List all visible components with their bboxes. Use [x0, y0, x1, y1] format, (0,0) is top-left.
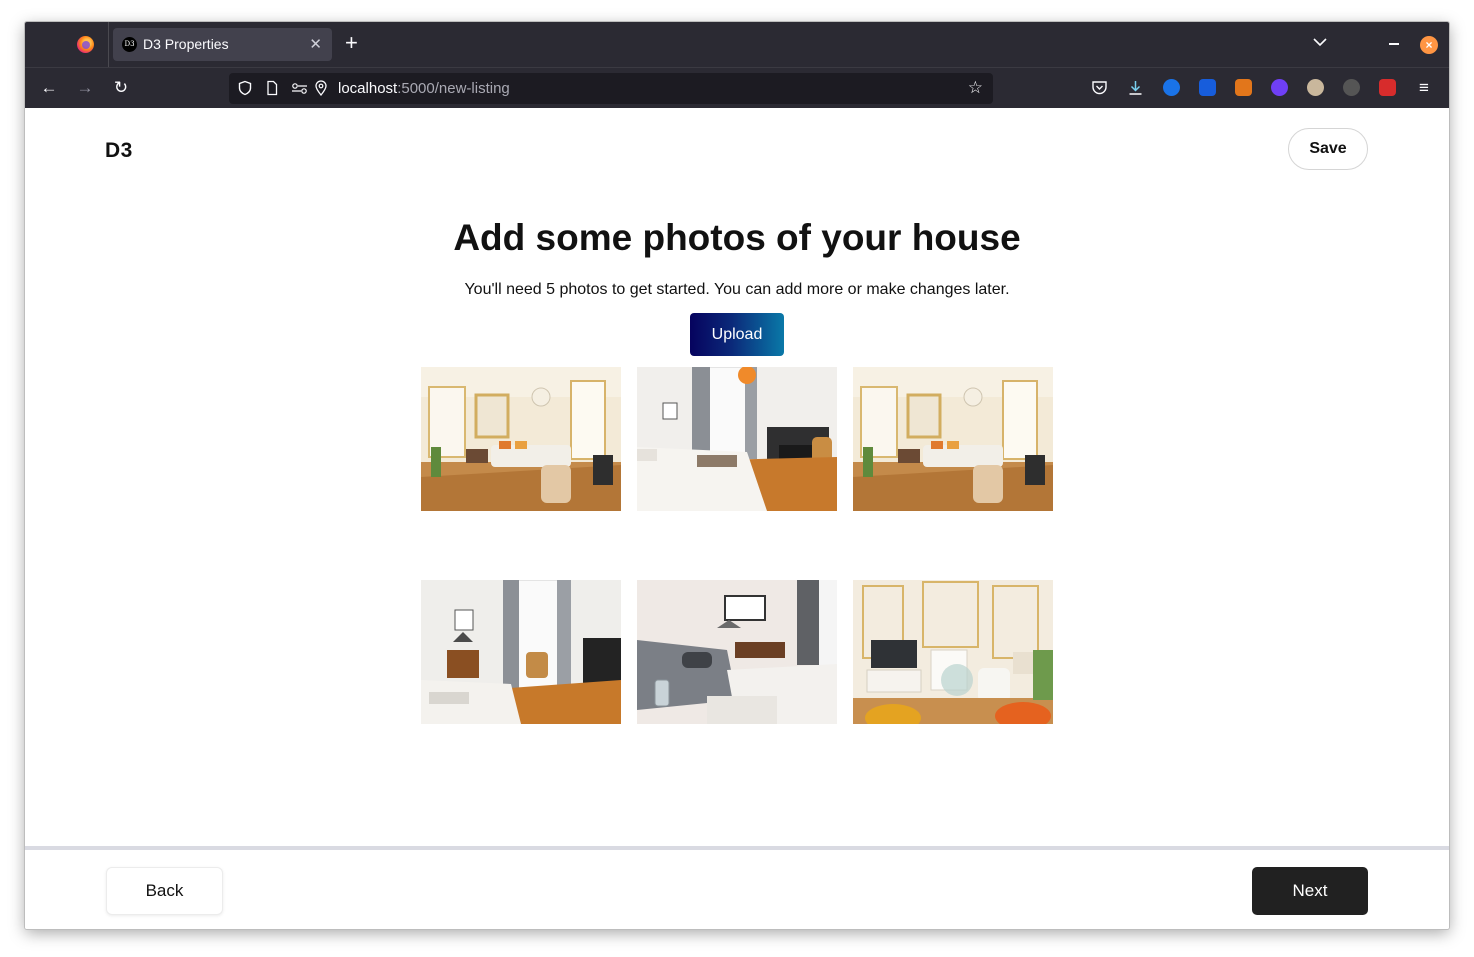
next-button[interactable]: Next	[1252, 867, 1368, 915]
tab-close-icon[interactable]: ✕	[309, 35, 322, 53]
living-room-image	[853, 367, 1053, 511]
house-photo[interactable]	[637, 580, 837, 724]
ghost-extension-icon[interactable]	[1271, 79, 1288, 96]
browser-tab[interactable]: D3 D3 Properties ✕	[113, 28, 332, 61]
bedroom-fireplace-image	[637, 367, 837, 511]
tab-favicon-icon: D3	[122, 37, 137, 52]
back-arrow-icon[interactable]: ←	[39, 78, 59, 98]
lounge-tv-image	[853, 580, 1053, 724]
firefox-icon	[77, 36, 94, 53]
house-photo[interactable]	[637, 367, 837, 511]
location-pin-icon[interactable]	[313, 80, 329, 96]
browser-window: D3 D3 Properties ✕ + × ← → ↻ localhost:5…	[25, 22, 1449, 929]
download-icon[interactable]	[1127, 79, 1144, 96]
reload-icon[interactable]: ↻	[111, 78, 131, 98]
page-title: Add some photos of your house	[453, 217, 1021, 258]
site-logo[interactable]: D3	[105, 139, 133, 163]
tab-divider	[108, 22, 109, 67]
bedroom-desk-image	[421, 580, 621, 724]
extension-icon[interactable]	[1343, 79, 1360, 96]
tab-strip: D3 D3 Properties ✕ + ×	[25, 22, 1449, 67]
minimize-icon[interactable]	[1389, 43, 1399, 45]
progress-divider	[25, 846, 1449, 850]
address-bar[interactable]: localhost:5000/new-listing ☆	[229, 73, 993, 104]
red-extension-icon[interactable]	[1379, 79, 1396, 96]
owl-extension-icon[interactable]	[1307, 79, 1324, 96]
bitwarden-shield-icon[interactable]	[1199, 79, 1216, 96]
upload-button[interactable]: Upload	[690, 313, 784, 356]
tab-title: D3 Properties	[143, 36, 229, 52]
navigation-toolbar: ← → ↻ localhost:5000/new-listing ☆ ≡	[25, 67, 1449, 108]
page-subtitle: You'll need 5 photos to get started. You…	[464, 281, 1010, 298]
close-window-icon[interactable]: ×	[1420, 36, 1438, 54]
living-room-image	[421, 367, 621, 511]
forward-arrow-icon[interactable]: →	[75, 78, 95, 98]
page-icon[interactable]	[264, 80, 280, 96]
url-text[interactable]: localhost:5000/new-listing	[338, 80, 510, 97]
back-button[interactable]: Back	[106, 867, 223, 915]
shield-icon[interactable]	[237, 80, 253, 96]
page-content: D3 Save Add some photos of your house Yo…	[25, 108, 1449, 929]
fingerprint-extension-icon[interactable]	[1163, 79, 1180, 96]
metamask-fox-icon[interactable]	[1235, 79, 1252, 96]
hamburger-menu-icon[interactable]: ≡	[1414, 78, 1434, 98]
new-tab-icon[interactable]: +	[345, 31, 358, 55]
url-path: :5000/new-listing	[397, 80, 510, 97]
house-photo[interactable]	[421, 580, 621, 724]
pocket-icon[interactable]	[1091, 79, 1108, 96]
house-photo[interactable]	[853, 367, 1053, 511]
bookmark-star-icon[interactable]: ☆	[968, 78, 983, 98]
bedroom-sofa-image	[637, 580, 837, 724]
house-photo[interactable]	[421, 367, 621, 511]
url-host: localhost	[338, 80, 398, 97]
permissions-icon[interactable]	[291, 80, 309, 96]
chevron-down-icon[interactable]	[1313, 35, 1327, 49]
house-photo[interactable]	[853, 580, 1053, 724]
save-button[interactable]: Save	[1288, 128, 1368, 170]
